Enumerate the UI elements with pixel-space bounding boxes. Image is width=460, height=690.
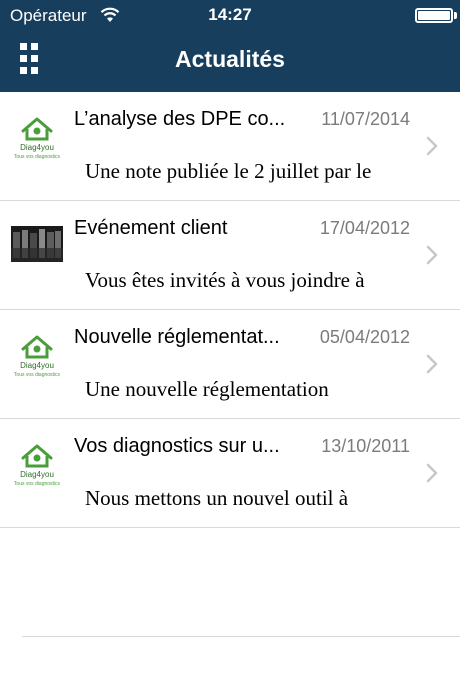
news-date: 11/07/2014: [321, 109, 410, 129]
news-title: Nouvelle réglementat...: [74, 326, 280, 348]
logo-tagline: Tous vos diagnostics: [14, 481, 61, 487]
battery-icon: [415, 8, 453, 23]
logo-tagline: Tous vos diagnostics: [14, 372, 61, 378]
news-date: 05/04/2012: [319, 327, 410, 347]
news-item[interactable]: Evénement client 17/04/2012 Vous êtes in…: [0, 201, 460, 310]
news-item[interactable]: Diag4you Tous vos diagnostics Vos diagno…: [0, 419, 460, 528]
news-summary: Nous mettons un nouvel outil à: [85, 486, 349, 510]
logo-name: Diag4you: [20, 361, 54, 370]
chevron-right-icon: [426, 136, 438, 156]
news-date: 13/10/2011: [321, 436, 410, 456]
news-date: 17/04/2012: [319, 218, 410, 238]
event-photo: [11, 226, 63, 262]
battery-tip: [454, 12, 457, 19]
diag4you-logo-icon: Diag4you Tous vos diagnostics: [14, 117, 61, 160]
diag4you-logo-icon: Diag4you Tous vos diagnostics: [14, 444, 61, 487]
diag4you-logo-icon: Diag4you Tous vos diagnostics: [14, 335, 61, 378]
news-summary: Vous êtes invités à vous joindre à: [85, 268, 365, 292]
chevron-right-icon: [426, 245, 438, 265]
news-title: L’analyse des DPE co...: [74, 108, 286, 130]
bottom-divider: [22, 636, 460, 637]
chevron-right-icon: [426, 463, 438, 483]
logo-name: Diag4you: [20, 470, 54, 479]
top-bar: Opérateur 14:27 Actualités: [0, 0, 460, 92]
status-clock: 14:27: [208, 5, 252, 24]
status-bar: Opérateur 14:27: [0, 0, 460, 30]
news-summary: Une nouvelle réglementation: [85, 377, 329, 401]
logo-tagline: Tous vos diagnostics: [14, 154, 61, 160]
news-title: Vos diagnostics sur u...: [74, 435, 280, 457]
nav-bar: Actualités: [0, 30, 460, 92]
news-summary: Une note publiée le 2 juillet par le: [85, 159, 372, 183]
news-item[interactable]: Diag4you Tous vos diagnostics Nouvelle r…: [0, 310, 460, 419]
news-title: Evénement client: [74, 217, 228, 239]
news-item[interactable]: Diag4you Tous vos diagnostics L’analyse …: [0, 92, 460, 201]
page-title: Actualités: [175, 46, 285, 72]
logo-name: Diag4you: [20, 143, 54, 152]
chevron-right-icon: [426, 354, 438, 374]
news-list: Diag4you Tous vos diagnostics L’analyse …: [0, 92, 460, 528]
